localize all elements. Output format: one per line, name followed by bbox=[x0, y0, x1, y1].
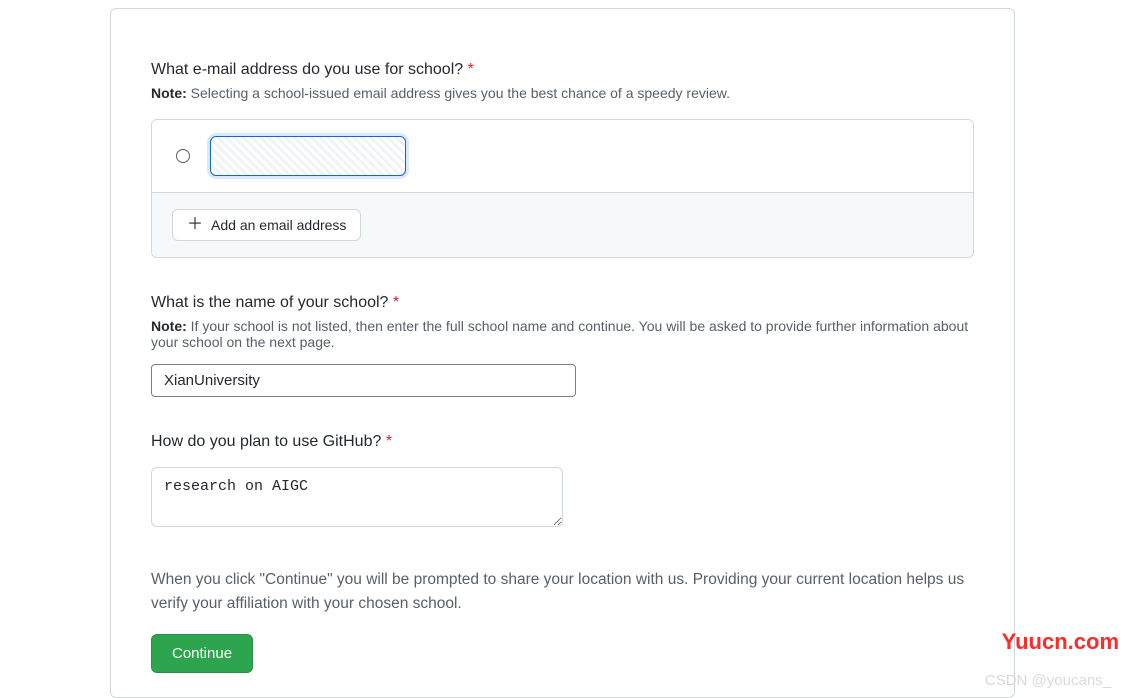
email-question-text: What e-mail address do you use for schoo… bbox=[151, 61, 463, 78]
plan-question-text: How do you plan to use GitHub? bbox=[151, 433, 381, 450]
email-section: What e-mail address do you use for schoo… bbox=[151, 61, 974, 258]
email-note: Note: Selecting a school-issued email ad… bbox=[151, 85, 974, 101]
watermark-bottom: CSDN @youcans_ bbox=[985, 672, 1111, 689]
add-email-label: Add an email address bbox=[211, 217, 346, 233]
school-note: Note: If your school is not listed, then… bbox=[151, 318, 974, 350]
note-label: Note: bbox=[151, 85, 187, 101]
school-question: What is the name of your school? * bbox=[151, 294, 974, 312]
school-section: What is the name of your school? * Note:… bbox=[151, 294, 974, 397]
email-field[interactable] bbox=[210, 136, 406, 176]
watermark-side: Yuucn.com bbox=[1002, 629, 1119, 655]
plan-section: How do you plan to use GitHub? * bbox=[151, 433, 974, 532]
continue-button[interactable]: Continue bbox=[151, 634, 253, 673]
required-marker: * bbox=[393, 294, 399, 311]
add-email-row: ＋ Add an email address bbox=[152, 193, 973, 257]
email-option-row[interactable] bbox=[152, 120, 973, 193]
note-label: Note: bbox=[151, 318, 187, 334]
location-disclaimer: When you click "Continue" you will be pr… bbox=[151, 568, 974, 616]
school-note-text: If your school is not listed, then enter… bbox=[151, 318, 968, 350]
email-radio[interactable] bbox=[176, 149, 190, 163]
add-email-button[interactable]: ＋ Add an email address bbox=[172, 209, 361, 241]
form-panel: What e-mail address do you use for schoo… bbox=[110, 8, 1015, 698]
required-marker: * bbox=[386, 433, 392, 450]
plan-question: How do you plan to use GitHub? * bbox=[151, 433, 974, 451]
plan-textarea[interactable] bbox=[151, 467, 563, 527]
required-marker: * bbox=[468, 61, 474, 78]
email-note-text: Selecting a school-issued email address … bbox=[191, 85, 730, 101]
plus-icon: ＋ bbox=[187, 217, 203, 233]
school-question-text: What is the name of your school? bbox=[151, 294, 388, 311]
email-question: What e-mail address do you use for schoo… bbox=[151, 61, 974, 79]
email-box: ＋ Add an email address bbox=[151, 119, 974, 258]
school-name-input[interactable] bbox=[151, 364, 576, 397]
